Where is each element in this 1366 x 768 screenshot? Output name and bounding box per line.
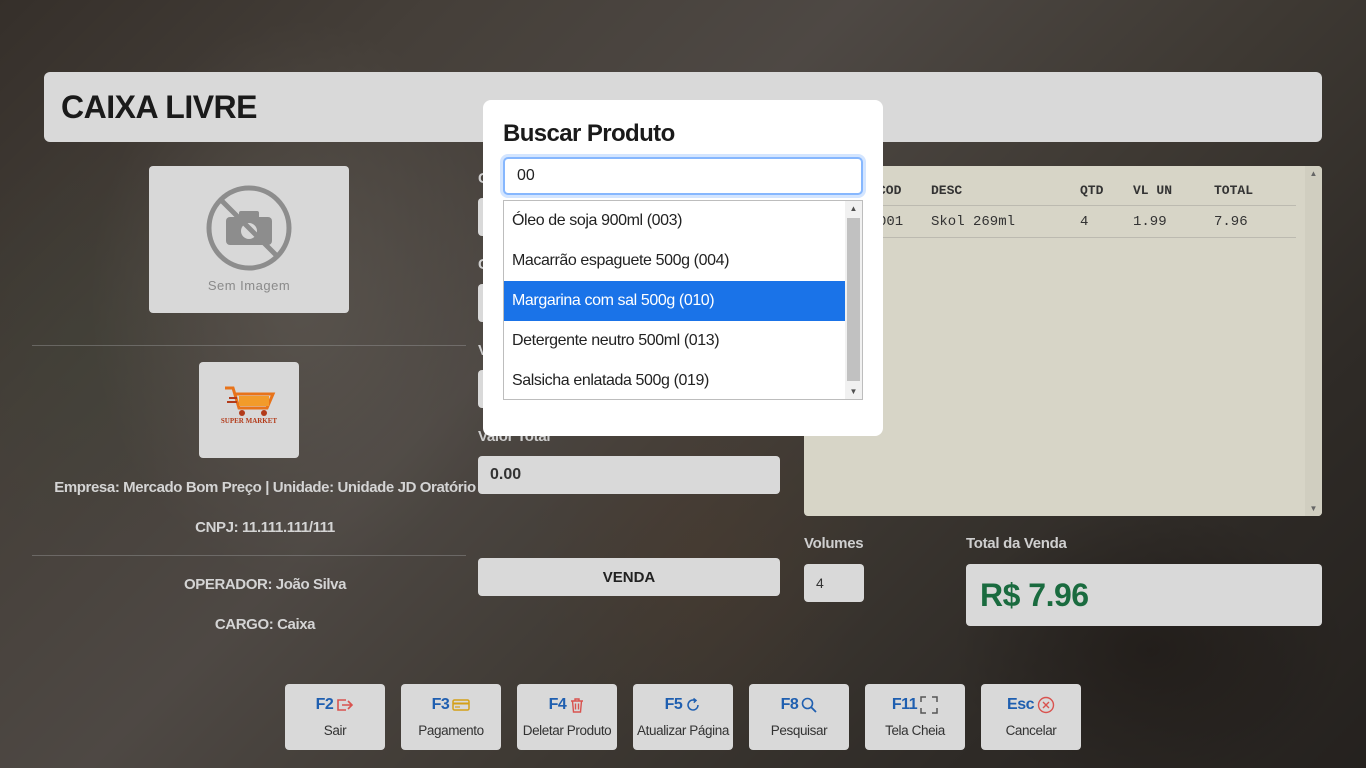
fkey-code: F8 (780, 696, 799, 713)
list-item[interactable]: Detergente neutro 500ml (013) (504, 321, 846, 361)
company-info: Empresa: Mercado Bom Preço | Unidade: Un… (54, 479, 476, 496)
col-header-vl-un: VL UN (1133, 183, 1173, 198)
fullscreen-button[interactable]: F11 Tela Cheia (865, 684, 965, 750)
fkey-code: F5 (664, 696, 683, 713)
fkey-code: F3 (431, 696, 450, 713)
fkey-label: Deletar Produto (522, 723, 612, 738)
items-table: COD DESC QTD VL UN TOTAL 001 Skol 269ml … (878, 176, 1296, 238)
page-title: CAIXA LIVRE (61, 88, 258, 125)
cancel-circle-icon (1037, 696, 1055, 714)
fkey-label: Pesquisar (770, 723, 828, 738)
delete-product-button[interactable]: F4 Deletar Produto (517, 684, 617, 750)
refresh-page-button[interactable]: F5 Atualizar Página (633, 684, 733, 750)
refresh-icon (687, 697, 700, 711)
fullscreen-icon (920, 696, 938, 714)
fkey-code: Esc (1007, 696, 1034, 713)
payment-button[interactable]: F3 Pagamento (401, 684, 501, 750)
fkey-label: Cancelar (1005, 723, 1057, 738)
divider (32, 345, 466, 346)
list-scrollbar[interactable]: ▲ ▼ (845, 201, 862, 399)
cell-vl-un: 1.99 (1133, 213, 1167, 230)
product-image-placeholder: Sem Imagem (149, 166, 349, 313)
cell-desc: Skol 269ml (931, 213, 1016, 230)
exit-icon (337, 699, 354, 711)
exit-button[interactable]: F2 Sair (285, 684, 385, 750)
no-image-label: Sem Imagem (207, 278, 291, 293)
no-camera-icon (206, 185, 292, 271)
venda-button[interactable]: VENDA (478, 558, 780, 596)
list-item[interactable]: Óleo de soja 900ml (003) (504, 201, 846, 241)
cnpj-info: CNPJ: 11.111.111/111 (195, 519, 335, 536)
list-item-selected[interactable]: Margarina com sal 500g (010) (504, 281, 846, 321)
table-scrollbar[interactable]: ▲ ▼ (1305, 166, 1322, 516)
search-button[interactable]: F8 Pesquisar (749, 684, 849, 750)
scroll-down-arrow-icon[interactable]: ▼ (1305, 504, 1322, 513)
volumes-label: Volumes (804, 535, 864, 552)
cell-cod: 001 (878, 213, 904, 230)
col-header-cod: COD (878, 183, 902, 198)
scroll-down-arrow-icon[interactable]: ▼ (845, 387, 862, 396)
fkey-label: Atualizar Página (637, 723, 729, 738)
volumes-field[interactable]: 4 (804, 564, 864, 602)
function-key-bar: F2 Sair F3 Pagamento F4 Deletar Produto … (285, 684, 1081, 750)
col-header-desc: DESC (931, 183, 963, 198)
sale-total-value: R$ 7.96 (966, 564, 1322, 626)
shopping-cart-icon (225, 386, 276, 416)
fkey-label: Sair (323, 723, 347, 738)
fkey-label: Pagamento (418, 723, 484, 738)
fkey-label: Tela Cheia (885, 723, 945, 738)
cell-qtd: 4 (1080, 213, 1089, 230)
search-icon (802, 697, 817, 713)
logo-text: SUPER MARKET (220, 417, 278, 425)
company-logo: SUPER MARKET (199, 362, 299, 458)
scroll-thumb[interactable] (847, 218, 860, 381)
list-item[interactable]: Macarrão espaguete 500g (004) (504, 241, 846, 281)
product-results-list[interactable]: Óleo de soja 900ml (003) Macarrão espagu… (503, 200, 863, 400)
fkey-code: F4 (548, 696, 567, 713)
divider (32, 555, 466, 556)
search-product-modal: Buscar Produto Óleo de soja 900ml (003) … (483, 100, 883, 436)
scroll-up-arrow-icon[interactable]: ▲ (1305, 169, 1322, 178)
col-header-total: TOTAL (1214, 183, 1254, 198)
scroll-up-arrow-icon[interactable]: ▲ (845, 204, 862, 213)
fkey-code: F2 (315, 696, 334, 713)
cancel-button[interactable]: Esc Cancelar (981, 684, 1081, 750)
modal-title: Buscar Produto (503, 120, 675, 147)
table-header-row: COD DESC QTD VL UN TOTAL (878, 176, 1296, 206)
credit-card-icon (452, 699, 471, 711)
fkey-code: F11 (891, 696, 918, 713)
cell-total: 7.96 (1214, 213, 1248, 230)
valor-total-field: 0.00 (478, 456, 780, 494)
col-header-qtd: QTD (1080, 183, 1104, 198)
trash-icon (571, 698, 584, 713)
product-search-input[interactable] (503, 157, 863, 195)
operator-name: OPERADOR: João Silva (183, 576, 347, 593)
sale-total-label: Total da Venda (966, 535, 1067, 552)
list-item[interactable]: Salsicha enlatada 500g (019) (504, 361, 846, 399)
table-row[interactable]: 001 Skol 269ml 4 1.99 7.96 (878, 206, 1296, 238)
operator-role: CARGO: Caixa (214, 616, 316, 633)
